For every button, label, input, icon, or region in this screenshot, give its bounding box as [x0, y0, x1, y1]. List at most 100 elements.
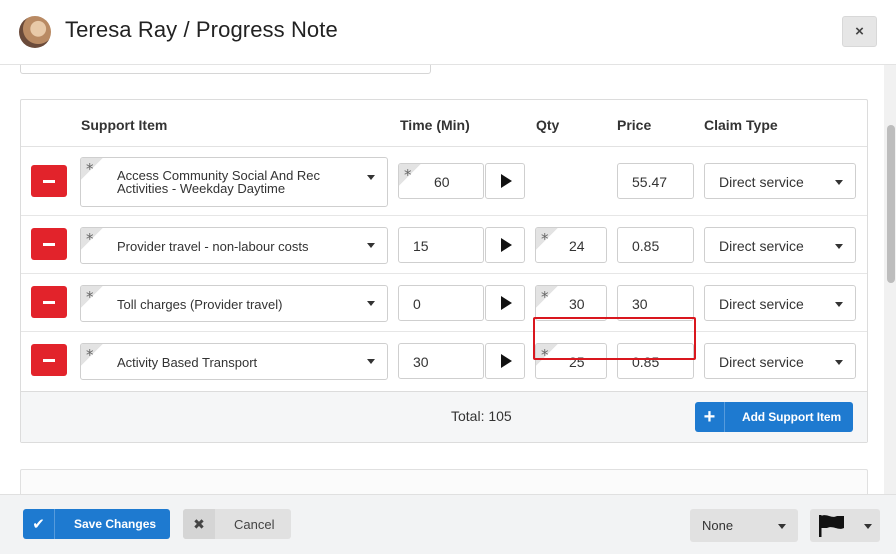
play-icon	[500, 174, 512, 188]
claim-type-value: Direct service	[719, 296, 804, 312]
claim-type-select[interactable]: Direct service	[704, 343, 856, 379]
chevron-down-icon	[367, 175, 375, 180]
add-support-item-label: Add Support Item	[742, 410, 842, 424]
qty-input[interactable]: * 25	[535, 343, 607, 379]
table-footer: Total: 105 + Add Support Item	[21, 392, 867, 442]
modal-header: Teresa Ray / Progress Note ×	[0, 0, 896, 65]
table-row: * Provider travel - non-labour costs 15 …	[21, 216, 867, 274]
claim-type-select[interactable]: Direct service	[704, 227, 856, 263]
asterisk-icon: *	[404, 166, 412, 184]
chevron-down-icon	[835, 244, 843, 249]
modal-footer: ✔ Save Changes ✖ Cancel None	[0, 494, 896, 554]
table-header: Support Item Time (Min) Qty Price Claim …	[21, 100, 867, 147]
qty-input[interactable]: * 30	[535, 285, 607, 321]
add-support-item-button[interactable]: + Add Support Item	[695, 402, 853, 432]
claim-type-value: Direct service	[719, 354, 804, 370]
time-input[interactable]: 0	[398, 285, 484, 321]
checkmark-icon: ✔	[23, 509, 55, 539]
chevron-down-icon	[835, 302, 843, 307]
chevron-down-icon	[835, 360, 843, 365]
support-item-value: Provider travel - non-labour costs	[117, 239, 309, 254]
close-icon: ✖	[183, 509, 215, 539]
play-icon	[500, 296, 512, 310]
chevron-down-icon	[367, 301, 375, 306]
save-button[interactable]: ✔ Save Changes	[23, 509, 170, 539]
asterisk-icon: *	[541, 230, 549, 248]
support-items-table: Support Item Time (Min) Qty Price Claim …	[20, 99, 868, 443]
time-value: 60	[434, 174, 450, 190]
table-row: * Activity Based Transport 30 * 25 0.85 …	[21, 332, 867, 392]
time-input[interactable]: 15	[398, 227, 484, 263]
column-time: Time (Min)	[400, 117, 470, 133]
time-input[interactable]: 30	[398, 343, 484, 379]
time-value: 0	[413, 296, 421, 312]
chevron-down-icon	[367, 243, 375, 248]
qty-value: 25	[569, 354, 585, 370]
price-value: 0.85	[632, 238, 660, 254]
scrollbar[interactable]	[884, 65, 896, 495]
play-icon	[500, 238, 512, 252]
time-input[interactable]: * 60	[398, 163, 484, 199]
claim-type-value: Direct service	[719, 174, 804, 190]
asterisk-icon: *	[541, 288, 549, 306]
play-icon	[500, 354, 512, 368]
chevron-down-icon	[367, 359, 375, 364]
minus-icon	[43, 300, 55, 304]
start-timer-button[interactable]	[485, 163, 525, 199]
column-support-item: Support Item	[81, 117, 168, 133]
support-item-value: Activity Based Transport	[117, 355, 258, 370]
save-button-label: Save Changes	[74, 517, 157, 531]
chevron-down-icon	[835, 180, 843, 185]
price-value: 30	[632, 296, 648, 312]
time-value: 30	[413, 354, 429, 370]
price-input[interactable]: 0.85	[617, 343, 694, 379]
remove-row-button[interactable]	[31, 228, 67, 260]
flag-icon	[819, 515, 844, 537]
status-select[interactable]: None	[690, 509, 798, 542]
start-timer-button[interactable]	[485, 285, 525, 321]
table-row: * Toll charges (Provider travel) 0 * 30 …	[21, 274, 867, 332]
support-item-select[interactable]: * Toll charges (Provider travel)	[80, 285, 388, 322]
price-value: 0.85	[632, 354, 660, 370]
cancel-button[interactable]: ✖ Cancel	[183, 509, 291, 539]
time-value: 15	[413, 238, 429, 254]
price-input[interactable]: 55.47	[617, 163, 694, 199]
asterisk-icon: *	[86, 288, 94, 306]
flag-select[interactable]	[810, 509, 880, 542]
asterisk-icon: *	[541, 346, 549, 364]
claim-type-select[interactable]: Direct service	[704, 163, 856, 199]
price-input[interactable]: 30	[617, 285, 694, 321]
chevron-down-icon	[778, 524, 786, 529]
support-item-value: Access Community Social And Rec Activiti…	[117, 168, 321, 196]
modal-title: Teresa Ray / Progress Note	[65, 17, 338, 42]
minus-icon	[43, 242, 55, 246]
price-input[interactable]: 0.85	[617, 227, 694, 263]
previous-field[interactable]	[20, 65, 431, 74]
remove-row-button[interactable]	[31, 344, 67, 376]
status-value: None	[702, 518, 734, 533]
start-timer-button[interactable]	[485, 227, 525, 263]
scrollbar-thumb[interactable]	[887, 125, 895, 283]
qty-input[interactable]: * 24	[535, 227, 607, 263]
plus-icon: +	[695, 402, 725, 432]
next-section	[20, 469, 868, 495]
support-item-select[interactable]: * Activity Based Transport	[80, 343, 388, 380]
modal-body[interactable]: Support Item Time (Min) Qty Price Claim …	[0, 65, 884, 495]
asterisk-icon: *	[86, 230, 94, 248]
cancel-button-label: Cancel	[234, 517, 275, 532]
column-qty: Qty	[536, 117, 560, 133]
remove-row-button[interactable]	[31, 286, 67, 318]
support-item-select[interactable]: * Access Community Social And Rec Activi…	[80, 157, 388, 207]
avatar	[19, 16, 51, 48]
column-price: Price	[617, 117, 652, 133]
close-icon: ×	[855, 23, 864, 40]
price-value: 55.47	[632, 174, 668, 190]
start-timer-button[interactable]	[485, 343, 525, 379]
close-button[interactable]: ×	[842, 16, 877, 47]
support-item-select[interactable]: * Provider travel - non-labour costs	[80, 227, 388, 264]
column-claim-type: Claim Type	[704, 117, 778, 133]
remove-row-button[interactable]	[31, 165, 67, 197]
claim-type-select[interactable]: Direct service	[704, 285, 856, 321]
qty-value: 30	[569, 296, 585, 312]
table-row: * Access Community Social And Rec Activi…	[21, 147, 867, 216]
